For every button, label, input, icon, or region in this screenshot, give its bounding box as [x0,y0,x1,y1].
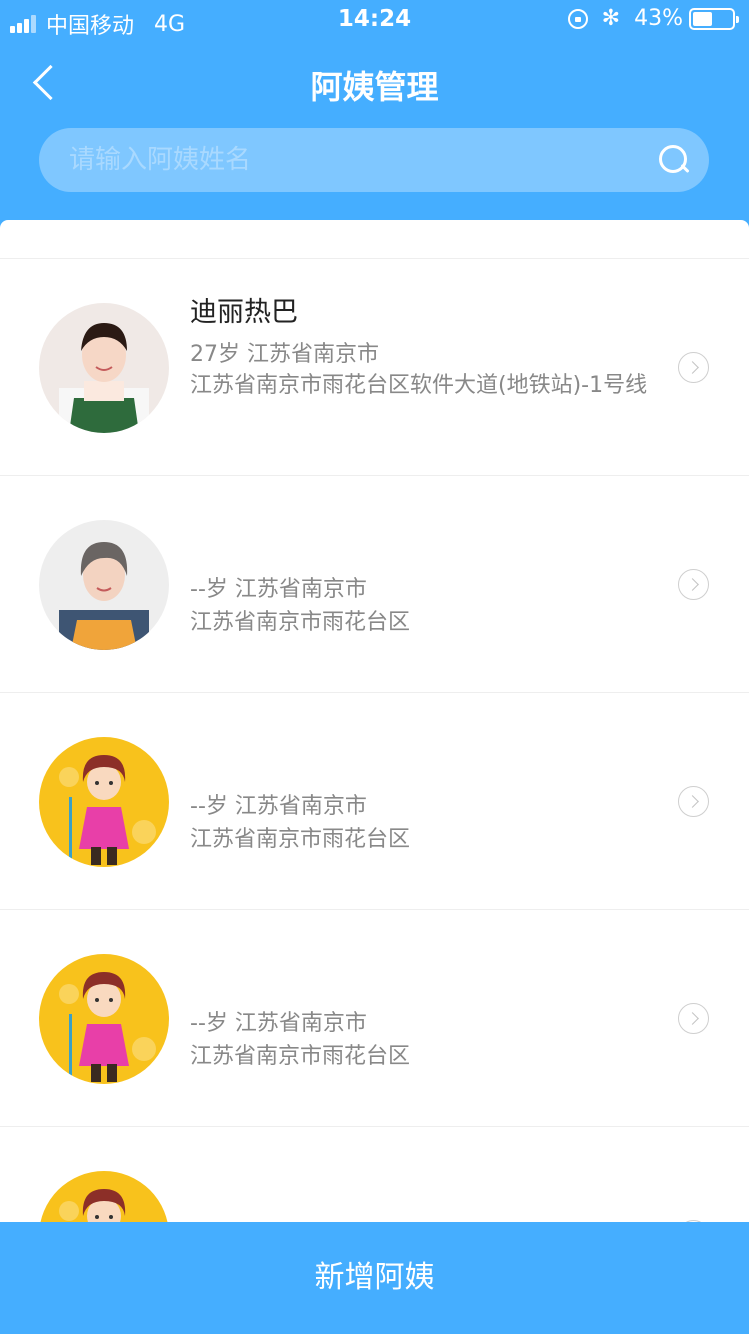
search-bar [39,128,709,192]
status-bar: 中国移动 4G 14:24 ✻ 43% [0,0,749,40]
chevron-right-icon [678,569,709,600]
search-input[interactable] [39,128,657,192]
item-address: 江苏省南京市雨花台区软件大道(地铁站)-1号线 [190,373,648,398]
content: 迪丽热巴 27岁 江苏省南京市 江苏省南京市雨花台区软件大道(地铁站)-1号线 … [0,220,749,1222]
item-info: --岁 江苏省南京市 江苏省南京市雨花台区 [190,574,659,638]
page-title: 阿姨管理 [310,68,439,106]
item-name: 迪丽热巴 [190,297,298,328]
avatar [39,954,169,1084]
bluetooth-icon: ✻ [601,6,621,31]
orientation-lock-icon [567,8,588,29]
item-meta: --岁 江苏省南京市 [190,577,367,602]
list-item[interactable] [0,1127,749,1222]
item-address: 江苏省南京市雨花台区 [190,827,411,852]
item-address: 江苏省南京市雨花台区 [190,1044,411,1069]
avatar [39,737,169,867]
search-icon[interactable] [657,143,691,177]
item-info: --岁 江苏省南京市 江苏省南京市雨花台区 [190,1008,659,1072]
list-item[interactable]: 迪丽热巴 27岁 江苏省南京市 江苏省南京市雨花台区软件大道(地铁站)-1号线 [0,259,749,476]
chevron-right-icon [678,1003,709,1034]
list-item[interactable]: --岁 江苏省南京市 江苏省南京市雨花台区 [0,476,749,693]
chevron-right-icon [678,786,709,817]
header: 中国移动 4G 14:24 ✻ 43% 阿姨管理 [0,0,749,230]
item-meta: --岁 江苏省南京市 [190,1011,367,1036]
item-meta: --岁 江苏省南京市 [190,794,367,819]
item-meta: 27岁 江苏省南京市 [190,342,379,367]
item-address: 江苏省南京市雨花台区 [190,610,411,635]
caregiver-list: 迪丽热巴 27岁 江苏省南京市 江苏省南京市雨花台区软件大道(地铁站)-1号线 … [0,258,749,1222]
list-item[interactable]: --岁 江苏省南京市 江苏省南京市雨花台区 [0,910,749,1127]
avatar [39,1171,169,1222]
avatar [39,303,169,433]
item-info: 迪丽热巴 27岁 江苏省南京市 江苏省南京市雨花台区软件大道(地铁站)-1号线 [190,295,659,401]
add-caregiver-button[interactable]: 新增阿姨 [0,1222,749,1334]
avatar [39,520,169,650]
list-item[interactable]: --岁 江苏省南京市 江苏省南京市雨花台区 [0,693,749,910]
chevron-right-icon [678,352,709,383]
battery-percent: 43% [634,6,683,31]
battery-icon [689,7,739,30]
item-info: --岁 江苏省南京市 江苏省南京市雨花台区 [190,791,659,855]
